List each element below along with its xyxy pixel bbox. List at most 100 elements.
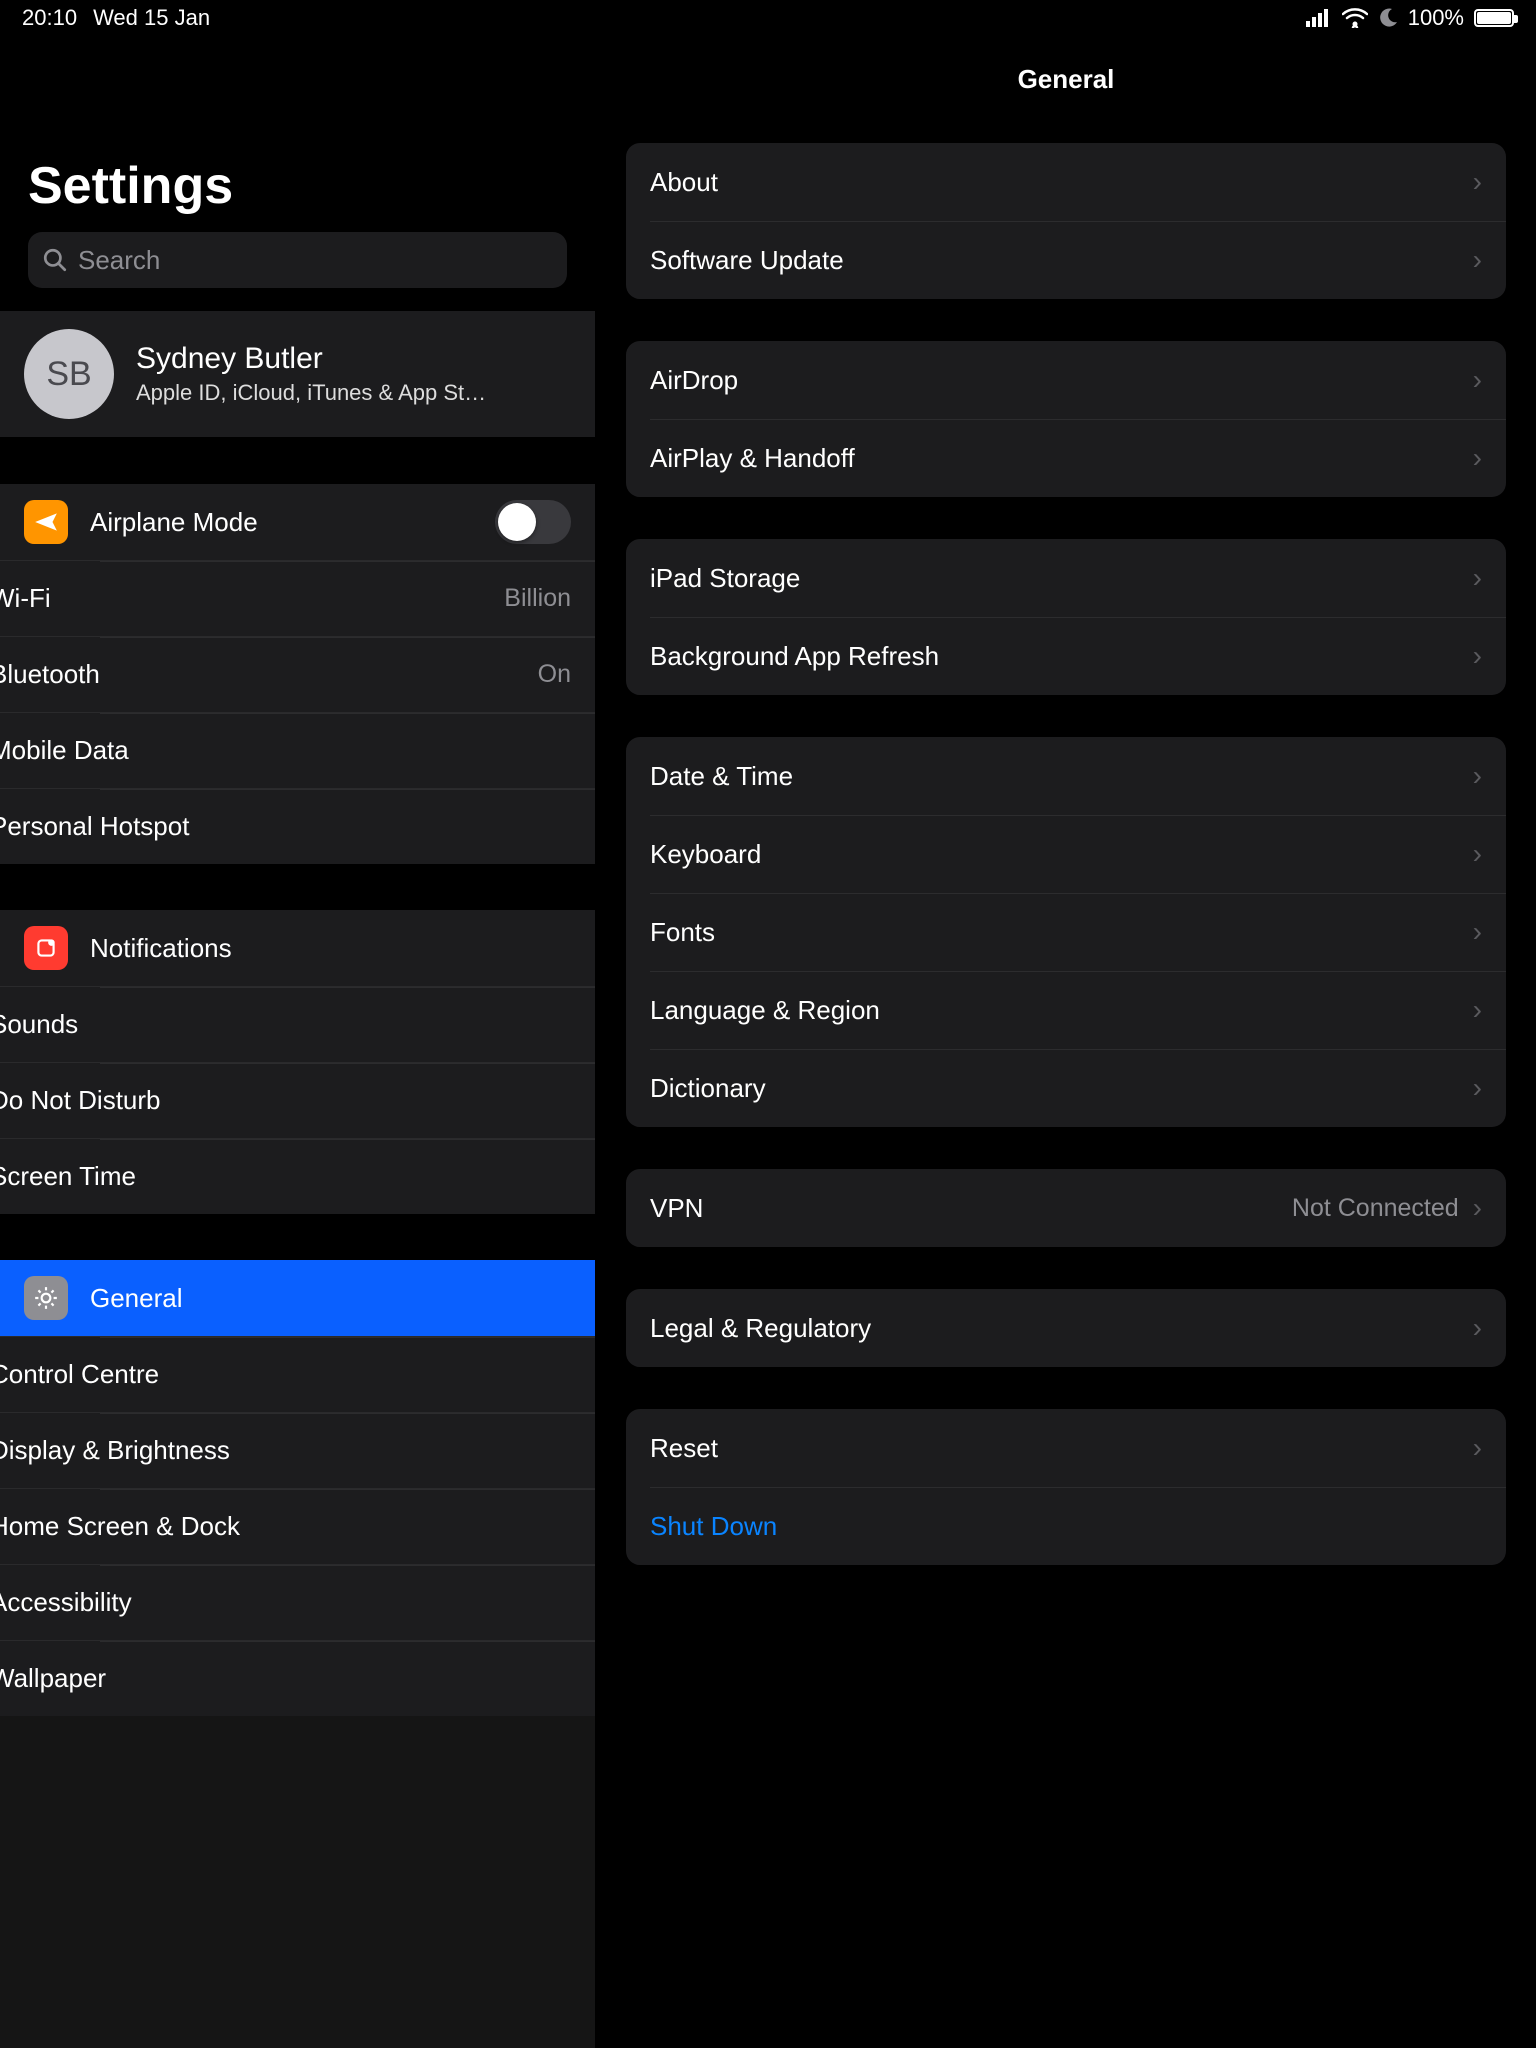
detail-group-vpn: VPN Not Connected ›: [626, 1169, 1506, 1247]
row-date-time[interactable]: Date & Time ›: [626, 737, 1506, 815]
avatar: SB: [24, 329, 114, 419]
sidebar-item-accessibility[interactable]: Accessibility: [0, 1564, 595, 1640]
detail-group-legal: Legal & Regulatory ›: [626, 1289, 1506, 1367]
row-software-update[interactable]: Software Update ›: [626, 221, 1506, 299]
chevron-right-icon: ›: [1473, 1312, 1482, 1344]
sidebar-item-notifications[interactable]: Notifications: [0, 910, 595, 986]
vpn-value: Not Connected: [1292, 1194, 1459, 1223]
chevron-right-icon: ›: [1473, 166, 1482, 198]
chevron-right-icon: ›: [1473, 442, 1482, 474]
battery-icon: [1474, 9, 1514, 27]
sidebar-item-screentime[interactable]: Screen Time: [0, 1138, 595, 1214]
chevron-right-icon: ›: [1473, 1192, 1482, 1224]
sidebar-group-alerts: Notifications Sounds Do Not Disturb Scre…: [0, 910, 595, 1214]
row-label: Shut Down: [650, 1511, 777, 1542]
detail-pane: General About › Software Update › AirDro…: [596, 36, 1536, 2048]
sidebar-item-label: Mobile Data: [0, 735, 571, 766]
row-label: Reset: [650, 1433, 718, 1464]
sidebar-item-label: Notifications: [90, 933, 571, 964]
sidebar-item-label: Accessibility: [0, 1587, 571, 1618]
sidebar-item-display[interactable]: AA Display & Brightness: [0, 1412, 595, 1488]
sidebar-item-label: Do Not Disturb: [0, 1085, 571, 1116]
sidebar-item-label: Bluetooth: [0, 659, 516, 690]
status-date: Wed 15 Jan: [93, 5, 210, 31]
row-airplay[interactable]: AirPlay & Handoff ›: [626, 419, 1506, 497]
row-label: Legal & Regulatory: [650, 1313, 871, 1344]
sidebar-group-device: General Control Centre AA Display & Brig…: [0, 1260, 595, 1716]
search-icon: [42, 247, 68, 273]
status-bar: 20:10 Wed 15 Jan 100%: [0, 0, 1536, 36]
detail-group-about: About › Software Update ›: [626, 143, 1506, 299]
row-fonts[interactable]: Fonts ›: [626, 893, 1506, 971]
page-title: Settings: [0, 36, 595, 232]
chevron-right-icon: ›: [1473, 244, 1482, 276]
sidebar-group-connectivity: Airplane Mode Wi-Fi Billion Bluetooth On: [0, 484, 595, 864]
row-label: About: [650, 167, 718, 198]
chevron-right-icon: ›: [1473, 994, 1482, 1026]
row-ipad-storage[interactable]: iPad Storage ›: [626, 539, 1506, 617]
row-label: VPN: [650, 1193, 703, 1224]
chevron-right-icon: ›: [1473, 760, 1482, 792]
sidebar-item-control-centre[interactable]: Control Centre: [0, 1336, 595, 1412]
airplane-toggle[interactable]: [495, 500, 571, 544]
sidebar-item-airplane[interactable]: Airplane Mode: [0, 484, 595, 560]
notifications-icon: [24, 926, 68, 970]
sidebar-item-wallpaper[interactable]: Wallpaper: [0, 1640, 595, 1716]
status-time: 20:10: [22, 5, 77, 31]
cellular-icon: [1306, 9, 1332, 27]
airplane-icon: [24, 500, 68, 544]
sidebar-item-dnd[interactable]: Do Not Disturb: [0, 1062, 595, 1138]
sidebar-item-label: Airplane Mode: [90, 507, 473, 538]
settings-sidebar: Settings Search SB Sydney Butler Apple I…: [0, 36, 596, 2048]
profile-subtitle: Apple ID, iCloud, iTunes & App St…: [136, 380, 486, 406]
row-reset[interactable]: Reset ›: [626, 1409, 1506, 1487]
row-vpn[interactable]: VPN Not Connected ›: [626, 1169, 1506, 1247]
apple-id-row[interactable]: SB Sydney Butler Apple ID, iCloud, iTune…: [0, 310, 595, 438]
search-input[interactable]: Search: [28, 232, 567, 288]
sidebar-item-sounds[interactable]: Sounds: [0, 986, 595, 1062]
wifi-icon: [1342, 8, 1368, 28]
battery-percent: 100%: [1408, 5, 1464, 31]
sidebar-item-label: Control Centre: [0, 1359, 571, 1390]
chevron-right-icon: ›: [1473, 640, 1482, 672]
sidebar-item-label: Display & Brightness: [0, 1435, 571, 1466]
chevron-right-icon: ›: [1473, 562, 1482, 594]
sidebar-item-hotspot[interactable]: Personal Hotspot: [0, 788, 595, 864]
detail-title: General: [596, 36, 1536, 143]
row-bg-refresh[interactable]: Background App Refresh ›: [626, 617, 1506, 695]
sidebar-item-label: Sounds: [0, 1009, 571, 1040]
sidebar-item-label: Personal Hotspot: [0, 811, 571, 842]
sidebar-item-mobile-data[interactable]: Mobile Data: [0, 712, 595, 788]
row-language[interactable]: Language & Region ›: [626, 971, 1506, 1049]
chevron-right-icon: ›: [1473, 838, 1482, 870]
sidebar-item-label: Wi-Fi: [0, 583, 482, 614]
detail-group-air: AirDrop › AirPlay & Handoff ›: [626, 341, 1506, 497]
sidebar-item-homescreen[interactable]: Home Screen & Dock: [0, 1488, 595, 1564]
sidebar-item-general[interactable]: General: [0, 1260, 595, 1336]
row-airdrop[interactable]: AirDrop ›: [626, 341, 1506, 419]
sidebar-item-label: Home Screen & Dock: [0, 1511, 571, 1542]
row-label: Background App Refresh: [650, 641, 939, 672]
dnd-moon-icon: [1378, 8, 1398, 28]
sidebar-item-label: General: [90, 1283, 571, 1314]
sidebar-item-label: Wallpaper: [0, 1663, 571, 1694]
row-legal[interactable]: Legal & Regulatory ›: [626, 1289, 1506, 1367]
search-placeholder: Search: [78, 245, 160, 276]
row-label: Keyboard: [650, 839, 761, 870]
sidebar-item-wifi[interactable]: Wi-Fi Billion: [0, 560, 595, 636]
chevron-right-icon: ›: [1473, 1072, 1482, 1104]
row-label: Language & Region: [650, 995, 880, 1026]
detail-group-locale: Date & Time › Keyboard › Fonts › Languag…: [626, 737, 1506, 1127]
row-shutdown[interactable]: Shut Down: [626, 1487, 1506, 1565]
bluetooth-value: On: [538, 660, 571, 689]
detail-group-reset: Reset › Shut Down: [626, 1409, 1506, 1565]
row-about[interactable]: About ›: [626, 143, 1506, 221]
profile-name: Sydney Butler: [136, 342, 486, 376]
chevron-right-icon: ›: [1473, 916, 1482, 948]
chevron-right-icon: ›: [1473, 364, 1482, 396]
sidebar-item-bluetooth[interactable]: Bluetooth On: [0, 636, 595, 712]
row-dictionary[interactable]: Dictionary ›: [626, 1049, 1506, 1127]
row-keyboard[interactable]: Keyboard ›: [626, 815, 1506, 893]
row-label: Fonts: [650, 917, 715, 948]
chevron-right-icon: ›: [1473, 1432, 1482, 1464]
